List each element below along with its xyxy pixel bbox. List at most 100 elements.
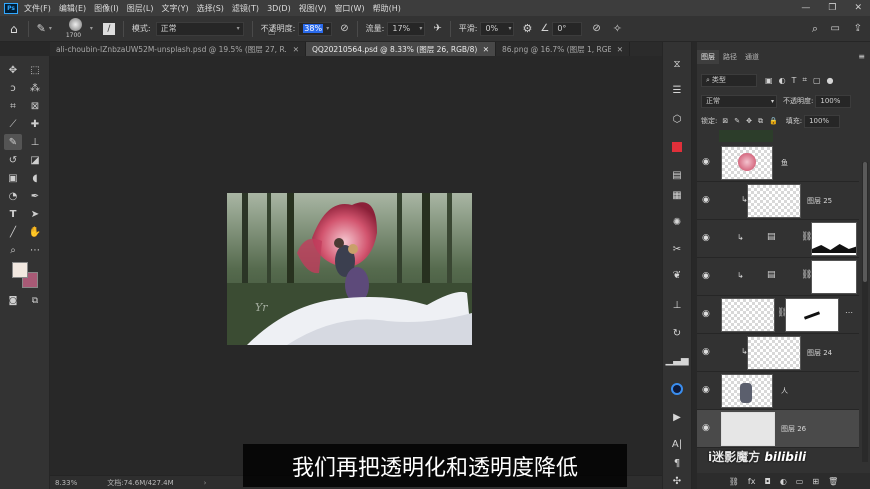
filter-shape-icon[interactable]: ⌗ — [802, 75, 807, 85]
adjustments-icon[interactable]: ☰ — [669, 83, 685, 97]
layer-name[interactable]: 图层 26 — [781, 424, 806, 434]
gradients-icon[interactable]: ▤ — [669, 168, 685, 182]
histogram-icon[interactable]: ▁▃▅ — [665, 353, 688, 367]
fx-icon[interactable]: fx — [748, 477, 756, 486]
character-icon[interactable]: A| — [669, 437, 685, 451]
layer-row[interactable]: ◉ ↳ ▤ ⛓ — [697, 220, 859, 258]
eye-icon[interactable]: ◉ — [702, 347, 710, 357]
close-window-button[interactable]: ✕ — [854, 3, 862, 13]
swatches-icon[interactable]: ▦ — [669, 188, 685, 202]
layers-scrollbar[interactable] — [862, 162, 868, 462]
move-icon[interactable]: ✥ — [6, 63, 20, 77]
gear-icon[interactable]: ⚙ — [522, 22, 532, 35]
trash-icon[interactable]: 🗑 — [828, 477, 838, 486]
filter-adjustment-icon[interactable]: ◐ — [779, 76, 786, 85]
menu-edit[interactable]: 编辑(E) — [59, 3, 86, 14]
search-icon[interactable]: ⌕ — [812, 22, 818, 36]
screen-mode-icon[interactable]: ⧉ — [28, 294, 42, 308]
pressure-size-icon[interactable]: ⊘ — [592, 23, 600, 34]
fill-input[interactable]: 100% — [804, 114, 841, 128]
layer-row[interactable]: ◉ ↳ 图层 24 — [697, 334, 859, 372]
crop-icon[interactable]: ⌗ — [6, 99, 20, 113]
dodge-icon[interactable]: ◔ — [6, 189, 20, 203]
zoom-level[interactable]: 8.33% — [55, 479, 77, 487]
lock-artboard-icon[interactable]: ⧉ — [758, 117, 763, 126]
blend-mode-select[interactable]: 正常 ▾ — [701, 94, 777, 108]
link-icon[interactable]: ⛓ — [729, 477, 739, 486]
share-icon[interactable]: ⇪ — [854, 23, 862, 34]
chevron-down-icon[interactable]: ▾ — [49, 25, 52, 32]
eye-icon[interactable]: ◉ — [702, 423, 710, 433]
layer-row[interactable]: ◉ 鱼 — [697, 144, 859, 182]
filter-pixel-icon[interactable]: ▣ — [765, 76, 773, 85]
clone-source-icon[interactable]: ❦ — [669, 268, 685, 282]
glyph-icon[interactable]: ✣ — [669, 474, 685, 488]
smoothing-input[interactable]: 0% ▾ — [480, 21, 515, 36]
close-icon[interactable]: ✕ — [617, 45, 623, 54]
flow-input[interactable]: 17% ▾ — [387, 21, 426, 36]
airbrush-icon[interactable]: ✈ — [433, 23, 441, 34]
tab-document-1[interactable]: ali-choubin-IZnbzaUW52M-unsplash.psd @ 1… — [50, 42, 306, 56]
menu-3d[interactable]: 3D(D) — [267, 4, 291, 13]
filter-type-icon[interactable]: T — [792, 76, 797, 85]
layer-name[interactable]: 人 — [781, 386, 788, 396]
brush-presets-icon[interactable]: ✺ — [669, 215, 685, 229]
eye-icon[interactable]: ◉ — [702, 309, 710, 319]
close-icon[interactable]: ✕ — [483, 45, 489, 54]
scrollbar-thumb[interactable] — [863, 162, 867, 282]
gradient-icon[interactable]: ▣ — [6, 171, 20, 185]
chevron-down-icon[interactable]: ▾ — [90, 25, 93, 32]
layer-row[interactable]: ◉ ⛓ ⋯ — [697, 296, 859, 334]
menu-image[interactable]: 图像(I) — [94, 3, 119, 14]
tab-paths[interactable]: 路径 — [719, 50, 741, 64]
layer-row[interactable]: ◉ 人 — [697, 372, 859, 410]
pen-icon[interactable]: ✒ — [28, 189, 42, 203]
layer-row-selected[interactable]: ◉ 图层 26 — [697, 410, 859, 448]
filter-smart-icon[interactable]: ▢ — [813, 76, 821, 85]
eye-icon[interactable]: ◉ — [702, 195, 710, 205]
frame-icon[interactable]: ⊠ — [28, 99, 42, 113]
filter-toggle-icon[interactable]: ● — [827, 76, 834, 85]
workspace-icon[interactable]: ▭ — [831, 23, 840, 34]
eraser-icon[interactable]: ◪ — [28, 153, 42, 167]
angle-input[interactable]: 0° — [552, 21, 583, 36]
menu-select[interactable]: 选择(S) — [197, 3, 224, 14]
more-icon[interactable]: ⋯ — [28, 243, 42, 257]
stamp-panel-icon[interactable]: ⊥ — [669, 298, 685, 312]
play-icon[interactable]: ▶ — [669, 410, 685, 424]
layer-name[interactable]: 图层 25 — [807, 196, 832, 206]
line-icon[interactable]: ╱ — [6, 225, 20, 239]
foreground-color-swatch[interactable] — [12, 262, 28, 278]
eye-icon[interactable]: ◉ — [702, 271, 710, 281]
marquee-icon[interactable]: ⬚ — [28, 63, 42, 77]
stamp-icon[interactable]: ⊥ — [28, 135, 42, 149]
menu-help[interactable]: 帮助(H) — [373, 3, 401, 14]
menu-view[interactable]: 视图(V) — [299, 3, 327, 14]
lock-transparency-icon[interactable]: ⊠ — [722, 117, 728, 125]
layer-filter-select[interactable]: ⌕ 类型 — [701, 73, 757, 87]
layer-name[interactable]: 图层 24 — [807, 348, 832, 358]
menu-file[interactable]: 文件(F) — [24, 3, 51, 14]
menu-window[interactable]: 窗口(W) — [334, 3, 364, 14]
refresh-icon[interactable]: ↻ — [669, 326, 685, 340]
document-canvas-image[interactable]: Yr — [227, 193, 472, 345]
layer-row[interactable]: ◉ ↳ 图层 25 — [697, 182, 859, 220]
home-icon[interactable]: ⌂ — [10, 22, 18, 36]
layer-opacity-input[interactable]: 100% — [815, 94, 852, 108]
opacity-input[interactable]: 38% ▾ — [298, 21, 333, 36]
adjustment-icon[interactable]: ◐ — [780, 477, 787, 486]
navigator-icon[interactable] — [669, 382, 685, 396]
layer-name[interactable]: 鱼 — [781, 158, 788, 168]
mask-icon[interactable]: ◘ — [764, 477, 770, 486]
brush-preset-picker[interactable]: 1700 — [64, 17, 88, 41]
menu-type[interactable]: 文字(Y) — [161, 3, 188, 14]
brush-icon[interactable]: ✎ — [4, 134, 22, 150]
paragraph-icon[interactable]: ¶ — [669, 456, 685, 470]
brush-settings-icon[interactable]: / — [102, 22, 115, 35]
3d-icon[interactable]: ⬡ — [669, 112, 685, 126]
eye-icon[interactable]: ◉ — [702, 385, 710, 395]
lasso-icon[interactable]: ↄ — [6, 81, 20, 95]
chevron-right-icon[interactable]: › — [204, 479, 207, 487]
minimize-button[interactable]: — — [801, 3, 810, 13]
history-brush-icon[interactable]: ↺ — [6, 153, 20, 167]
